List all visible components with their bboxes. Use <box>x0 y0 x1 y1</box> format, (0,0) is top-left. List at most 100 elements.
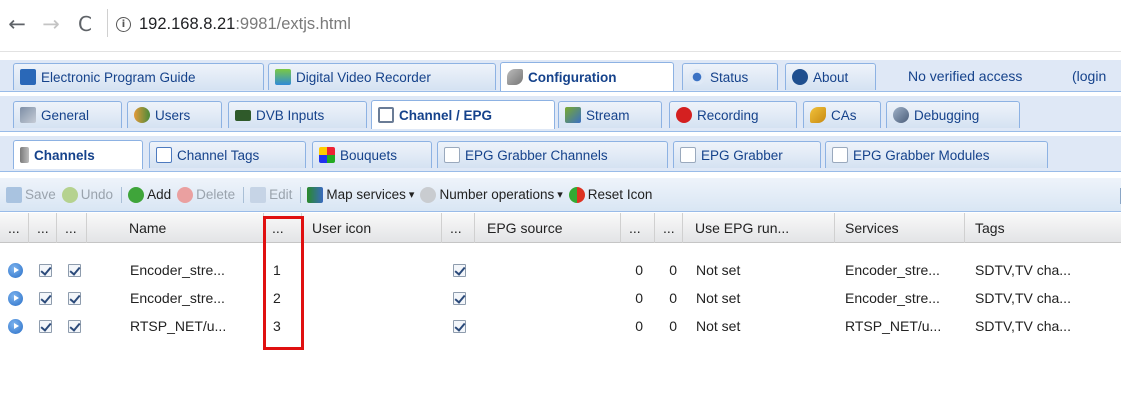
tags-cell[interactable]: SDTV,TV cha... <box>975 284 1115 312</box>
tab-label: Bouquets <box>340 147 398 163</box>
column-header-enabled[interactable]: ... <box>29 213 57 243</box>
tab-general[interactable]: General <box>13 101 122 128</box>
services-cell[interactable]: Encoder_stre... <box>845 284 963 312</box>
epg-auto-checkbox[interactable] <box>448 312 470 340</box>
column-header-services[interactable]: Services <box>835 213 965 243</box>
table-row[interactable]: RTSP_NET/u... 3 0 0 Not set RTSP_NET/u..… <box>0 312 1121 340</box>
eye-icon <box>689 69 705 85</box>
tab-epg-grabber[interactable]: EPG Grabber <box>673 141 821 168</box>
grabber-icon <box>444 147 460 163</box>
column-header-dvr-post[interactable]: ... <box>655 213 683 243</box>
number-operations-button[interactable]: Number operations ▾ <box>420 186 563 203</box>
autoname-checkbox[interactable] <box>63 312 85 340</box>
column-header-use-epg-running[interactable]: Use EPG run... <box>683 213 835 243</box>
header-label: Services <box>845 220 899 236</box>
tab-label: Status <box>710 69 749 85</box>
tab-bouquets[interactable]: Bouquets <box>312 141 432 168</box>
tab-label: DVB Inputs <box>256 107 325 123</box>
channel-name-cell[interactable]: Encoder_stre... <box>130 284 262 312</box>
use-epg-running-cell[interactable]: Not set <box>696 312 831 340</box>
tab-digital-video-recorder[interactable]: Digital Video Recorder <box>268 63 496 90</box>
reload-icon[interactable]: C <box>72 11 98 37</box>
table-row[interactable]: Encoder_stre... 2 0 0 Not set Encoder_st… <box>0 284 1121 312</box>
autoname-checkbox[interactable] <box>63 284 85 312</box>
delete-label: Delete <box>196 187 236 202</box>
tab-label: Channel / EPG <box>399 107 493 123</box>
tab-cas[interactable]: CAs <box>803 101 881 128</box>
tab-electronic-program-guide[interactable]: Electronic Program Guide <box>13 63 264 90</box>
debug-icon <box>893 107 909 123</box>
tab-users[interactable]: Users <box>127 101 222 128</box>
table-row[interactable]: Encoder_stre... 1 0 0 Not set Encoder_st… <box>0 256 1121 284</box>
delete-button[interactable]: Delete <box>177 186 236 203</box>
tab-dvb-inputs[interactable]: DVB Inputs <box>228 101 367 128</box>
edit-icon <box>250 186 267 203</box>
tab-channel-epg[interactable]: Channel / EPG <box>371 100 555 129</box>
edit-button[interactable]: Edit <box>250 186 293 203</box>
channel-name-cell[interactable]: RTSP_NET/u... <box>130 312 262 340</box>
column-header-name[interactable]: Name <box>87 213 264 243</box>
map-services-label: Map services <box>326 187 406 202</box>
undo-button[interactable]: Undo <box>61 186 113 203</box>
tab-label: Debugging <box>914 107 980 123</box>
tab-channel-tags[interactable]: Channel Tags <box>149 141 306 168</box>
tags-cell[interactable]: SDTV,TV cha... <box>975 256 1115 284</box>
tab-configuration[interactable]: Configuration <box>500 62 674 91</box>
url-separator <box>107 9 108 37</box>
dvr-post-cell[interactable]: 0 <box>655 256 677 284</box>
tab-status[interactable]: Status <box>682 63 778 90</box>
enabled-checkbox[interactable] <box>34 284 56 312</box>
save-icon <box>6 186 22 203</box>
tab-label: About <box>813 69 849 85</box>
tab-epg-grabber-channels[interactable]: EPG Grabber Channels <box>437 141 668 168</box>
column-header-user-icon[interactable]: User icon <box>302 213 442 243</box>
tab-debugging[interactable]: Debugging <box>886 101 1020 128</box>
forward-arrow-icon[interactable]: → <box>38 11 64 37</box>
epg-auto-checkbox[interactable] <box>448 284 470 312</box>
save-label: Save <box>25 187 56 202</box>
dvr-pre-cell[interactable]: 0 <box>621 284 643 312</box>
dvr-post-cell[interactable]: 0 <box>655 312 677 340</box>
url-field[interactable]: i 192.168.8.21 :9981/extjs.html <box>116 12 351 36</box>
tab-about[interactable]: About <box>785 63 876 90</box>
tab-label: Configuration <box>528 69 617 85</box>
save-button[interactable]: Save <box>6 186 56 203</box>
tab-recording[interactable]: Recording <box>669 101 797 128</box>
tab-label: Digital Video Recorder <box>296 69 431 85</box>
add-button[interactable]: Add <box>128 186 171 203</box>
column-header-autoname[interactable]: ... <box>57 213 87 243</box>
tab-stream[interactable]: Stream <box>558 101 662 128</box>
use-epg-running-cell[interactable]: Not set <box>696 256 831 284</box>
services-cell[interactable]: Encoder_stre... <box>845 256 963 284</box>
column-header-epg-auto[interactable]: ... <box>442 213 475 243</box>
dvb-icon <box>235 109 251 121</box>
tab-channels[interactable]: Channels <box>13 140 143 169</box>
edit-label: Edit <box>269 187 293 202</box>
dvr-pre-cell[interactable]: 0 <box>621 312 643 340</box>
tab-label: Recording <box>697 107 759 123</box>
column-header-epg-source[interactable]: EPG source <box>475 213 621 243</box>
column-header-dvr-pre[interactable]: ... <box>621 213 655 243</box>
services-cell[interactable]: RTSP_NET/u... <box>845 312 963 340</box>
map-services-button[interactable]: Map services ▾ <box>307 186 414 203</box>
site-info-icon[interactable]: i <box>116 16 131 32</box>
tags-cell[interactable]: SDTV,TV cha... <box>975 312 1115 340</box>
expand-row-icon[interactable] <box>4 256 26 284</box>
use-epg-running-cell[interactable]: Not set <box>696 284 831 312</box>
enabled-checkbox[interactable] <box>34 256 56 284</box>
header-label: Name <box>129 220 167 236</box>
enabled-checkbox[interactable] <box>34 312 56 340</box>
expand-row-icon[interactable] <box>4 312 26 340</box>
tab-epg-grabber-modules[interactable]: EPG Grabber Modules <box>825 141 1048 168</box>
reset-icon-button[interactable]: Reset Icon <box>568 186 652 203</box>
dvr-pre-cell[interactable]: 0 <box>621 256 643 284</box>
back-arrow-icon[interactable]: ← <box>4 11 30 37</box>
column-header-expander[interactable]: ... <box>0 213 29 243</box>
autoname-checkbox[interactable] <box>63 256 85 284</box>
epg-auto-checkbox[interactable] <box>448 256 470 284</box>
login-link[interactable]: (login <box>1072 68 1106 84</box>
expand-row-icon[interactable] <box>4 284 26 312</box>
channel-name-cell[interactable]: Encoder_stre... <box>130 256 262 284</box>
dvr-post-cell[interactable]: 0 <box>655 284 677 312</box>
column-header-tags[interactable]: Tags <box>965 213 1121 243</box>
